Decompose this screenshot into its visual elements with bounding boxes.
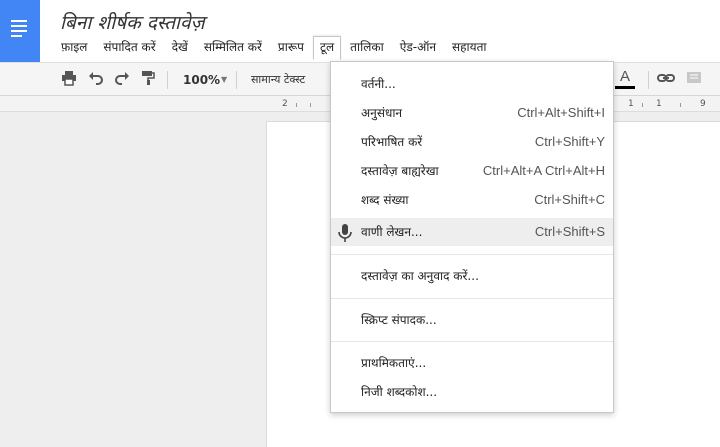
ruler-tick: 1	[628, 99, 634, 109]
menu-edit[interactable]: संपादित करें	[96, 36, 162, 60]
toolbar-divider	[236, 71, 237, 89]
menu-item-preferences[interactable]: प्राथमिकताएं...	[331, 349, 613, 377]
comment-icon[interactable]	[684, 70, 704, 90]
print-icon[interactable]	[59, 70, 79, 90]
menu-item-voice-typing[interactable]: वाणी लेखन... Ctrl+Shift+S	[331, 218, 613, 246]
microphone-icon	[338, 224, 352, 242]
ruler-tick: 9	[700, 99, 706, 109]
toolbar-divider	[648, 71, 649, 89]
menu-divider	[331, 254, 613, 255]
menu-view[interactable]: देखें	[165, 36, 195, 60]
ruler-tick: 1	[656, 99, 662, 109]
document-title[interactable]: बिना शीर्षक दस्तावेज़	[60, 9, 205, 35]
menu-item-spelling[interactable]: वर्तनी...	[331, 70, 613, 98]
menu-tools[interactable]: टूल	[312, 36, 342, 60]
shortcut-text: Ctrl+Alt+A Ctrl+Alt+H	[482, 163, 605, 178]
menu-item-script-editor[interactable]: स्क्रिप्ट संपादक...	[331, 306, 613, 334]
menu-item-word-count[interactable]: शब्द संख्या Ctrl+Shift+C	[331, 186, 613, 214]
menu-insert[interactable]: सम्मिलित करें	[197, 36, 269, 60]
style-select[interactable]: सामान्य टेक्स्ट	[251, 71, 305, 89]
menu-format[interactable]: प्रारूप	[271, 36, 311, 60]
menu-help[interactable]: सहायता	[445, 36, 494, 60]
app-header: बिना शीर्षक दस्तावेज़ फ़ाइल संपादित करें…	[0, 0, 720, 62]
menu-divider	[331, 341, 613, 342]
shortcut-text: Ctrl+Shift+Y	[534, 134, 605, 149]
zoom-select[interactable]: 100%	[183, 71, 220, 89]
shortcut-text: Ctrl+Alt+Shift+I	[517, 105, 605, 120]
text-color-icon[interactable]: A	[615, 68, 635, 89]
menu-item-define[interactable]: परिभाषित करें Ctrl+Shift+Y	[331, 128, 613, 156]
chevron-down-icon: ▼	[221, 75, 228, 84]
link-icon[interactable]	[656, 70, 676, 90]
menu-item-document-outline[interactable]: दस्तावेज़ बाह्यरेखा Ctrl+Alt+A Ctrl+Alt+…	[331, 157, 613, 185]
undo-icon[interactable]	[86, 70, 106, 90]
menu-bar: फ़ाइल संपादित करें देखें सम्मिलित करें प…	[54, 36, 496, 60]
menu-file[interactable]: फ़ाइल	[54, 36, 94, 60]
menu-divider	[331, 298, 613, 299]
menu-item-research[interactable]: अनुसंधान Ctrl+Alt+Shift+I	[331, 99, 613, 127]
ruler-tick: 2	[282, 99, 288, 109]
toolbar-divider	[167, 71, 168, 89]
menu-item-translate-document[interactable]: दस्तावेज़ का अनुवाद करें...	[331, 262, 613, 290]
paint-format-icon[interactable]	[138, 70, 158, 90]
shortcut-text: Ctrl+Shift+C	[534, 192, 605, 207]
tools-menu: वर्तनी... अनुसंधान Ctrl+Alt+Shift+I परिभ…	[330, 61, 614, 413]
menu-item-personal-dictionary[interactable]: निजी शब्दकोश...	[331, 378, 613, 406]
menu-addons[interactable]: ऐड-ऑन	[393, 36, 443, 60]
menu-table[interactable]: तालिका	[343, 36, 391, 60]
shortcut-text: Ctrl+Shift+S	[534, 224, 605, 239]
docs-logo-icon[interactable]	[0, 0, 40, 62]
redo-icon[interactable]	[112, 70, 132, 90]
